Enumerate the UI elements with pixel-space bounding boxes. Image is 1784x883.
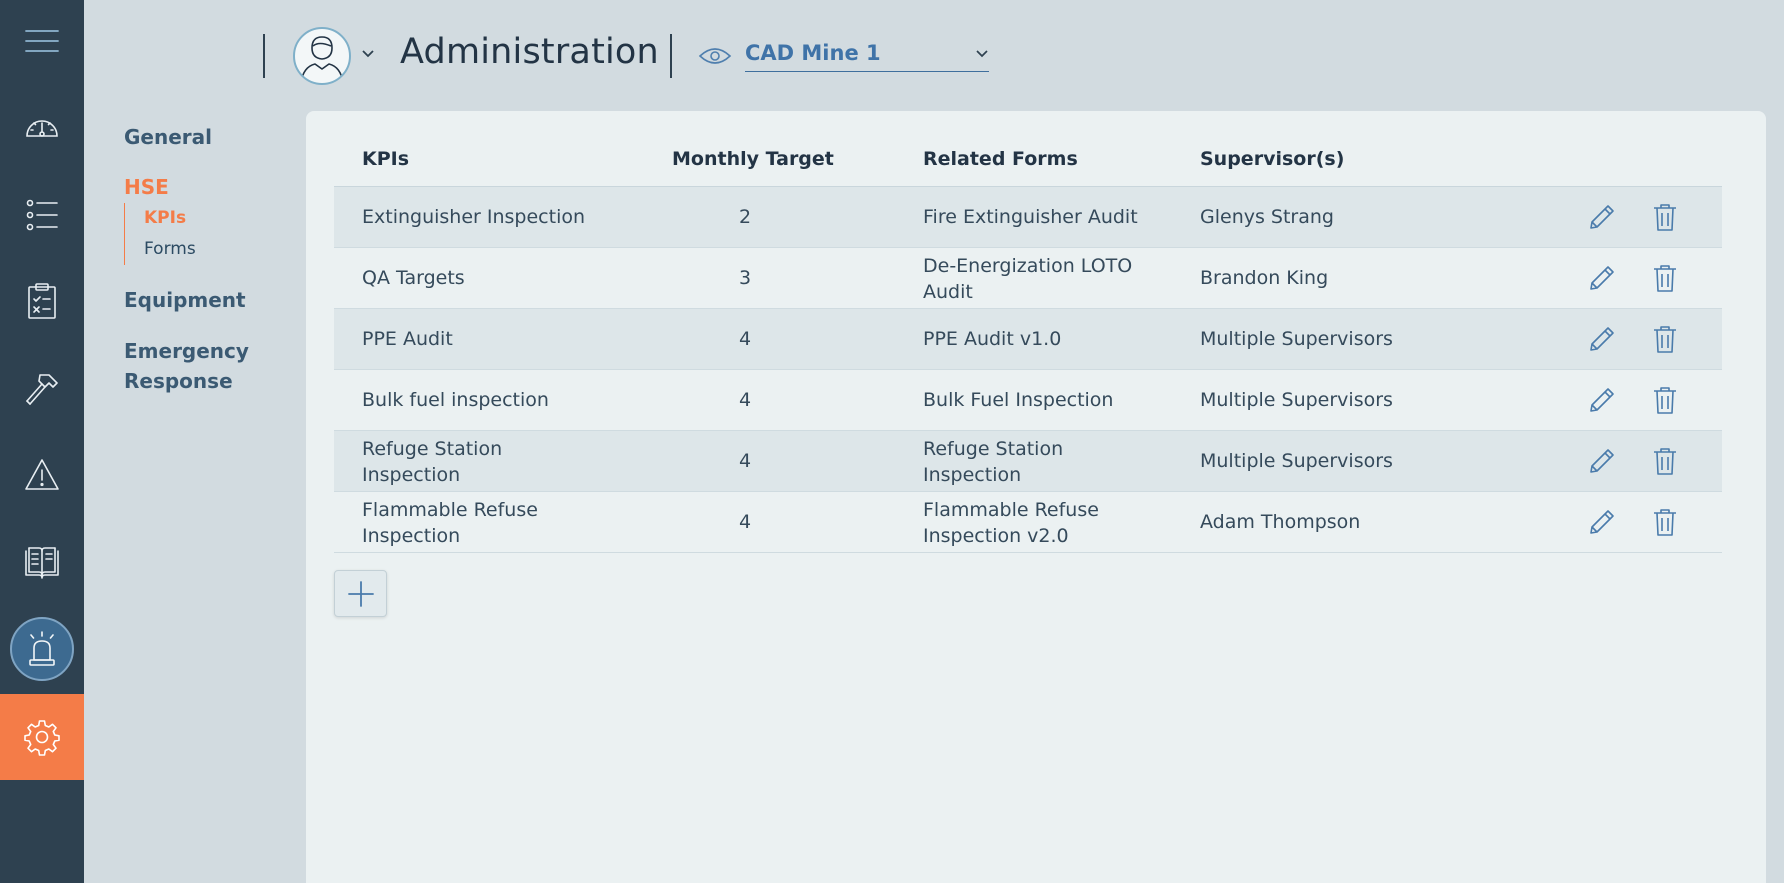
supervisor: Multiple Supervisors [1200, 450, 1393, 472]
monthly-target: 4 [738, 328, 752, 350]
dashboard-nav[interactable] [0, 86, 84, 172]
supervisor: Multiple Supervisors [1200, 328, 1393, 350]
kpi-name: Extinguisher Inspection [362, 206, 586, 228]
site-select-value: CAD Mine 1 [745, 41, 881, 65]
plus-icon [347, 580, 374, 607]
subnav-equipment[interactable]: Equipment [124, 285, 246, 315]
emergency-nav-highlight [10, 617, 74, 681]
eye-icon [698, 48, 732, 64]
kpi-card: KPIs Monthly Target Related Forms Superv… [306, 111, 1766, 883]
header-divider [263, 34, 265, 78]
hazards-nav[interactable] [0, 432, 84, 518]
monthly-target: 3 [738, 267, 752, 289]
column-header-monthly-target: Monthly Target [672, 148, 834, 170]
tools-nav[interactable] [0, 345, 84, 431]
chevron-down-icon[interactable] [360, 46, 376, 62]
alarm-icon [29, 631, 55, 666]
gear-icon [24, 720, 60, 756]
forms-nav[interactable] [0, 258, 84, 344]
hammer-icon [26, 374, 58, 405]
warning-icon [25, 459, 59, 490]
pencil-icon[interactable] [1587, 202, 1617, 232]
site-select[interactable]: CAD Mine 1 [745, 38, 989, 72]
pencil-icon[interactable] [1587, 385, 1617, 415]
settings-nav[interactable] [0, 694, 84, 780]
table-row: QA Targets 3 De-Energization LOTO Audit … [334, 248, 1722, 309]
pencil-icon[interactable] [1587, 324, 1617, 354]
kpi-table: KPIs Monthly Target Related Forms Superv… [334, 131, 1722, 553]
monthly-target: 2 [738, 206, 752, 228]
emergency-nav[interactable] [0, 606, 84, 692]
manual-icon [25, 547, 59, 579]
trash-icon[interactable] [1652, 446, 1678, 476]
page-title: Administration [400, 32, 659, 72]
monthly-target: 4 [738, 389, 752, 411]
user-icon [300, 36, 344, 83]
menu-button[interactable] [0, 0, 84, 82]
supervisor: Adam Thompson [1200, 511, 1361, 533]
subnav-general[interactable]: General [124, 122, 212, 152]
add-kpi-button[interactable] [334, 570, 387, 617]
related-form: Flammable Refuse Inspection v2.0 [923, 499, 1099, 547]
avatar[interactable] [293, 27, 351, 85]
table-header: KPIs Monthly Target Related Forms Superv… [334, 131, 1722, 187]
monthly-target: 4 [738, 511, 752, 533]
table-row: Refuge Station Inspection 4 Refuge Stati… [334, 431, 1722, 492]
related-form: De-Energization LOTO Audit [923, 255, 1133, 303]
pencil-icon[interactable] [1587, 263, 1617, 293]
header-divider [670, 34, 672, 78]
kpi-name: Bulk fuel inspection [362, 389, 549, 411]
manual-nav[interactable] [0, 519, 84, 605]
related-form: Refuge Station Inspection [923, 438, 1064, 486]
monthly-target: 4 [738, 450, 752, 472]
supervisor: Multiple Supervisors [1200, 389, 1393, 411]
left-rail [0, 0, 84, 883]
kpi-name: Flammable Refuse Inspection [362, 499, 538, 547]
table-row: Flammable Refuse Inspection 4 Flammable … [334, 492, 1722, 553]
kpi-name: QA Targets [362, 267, 465, 289]
clipboard-icon [28, 283, 56, 319]
trash-icon[interactable] [1652, 324, 1678, 354]
related-form: PPE Audit v1.0 [923, 328, 1062, 350]
kpi-name: Refuge Station Inspection [362, 438, 503, 486]
trash-icon[interactable] [1652, 263, 1678, 293]
subnav-kpis[interactable]: KPIs [144, 203, 196, 234]
table-row: Extinguisher Inspection 2 Fire Extinguis… [334, 187, 1722, 248]
pencil-icon[interactable] [1587, 446, 1617, 476]
related-form: Fire Extinguisher Audit [923, 206, 1138, 228]
table-row: Bulk fuel inspection 4 Bulk Fuel Inspect… [334, 370, 1722, 431]
menu-icon [25, 30, 59, 52]
trash-icon[interactable] [1652, 202, 1678, 232]
pencil-icon[interactable] [1587, 507, 1617, 537]
column-header-related-forms: Related Forms [923, 148, 1078, 170]
table-row: PPE Audit 4 PPE Audit v1.0 Multiple Supe… [334, 309, 1722, 370]
checklist-icon [26, 199, 58, 231]
subnav-hse[interactable]: HSE [124, 172, 169, 202]
chevron-down-icon [976, 50, 988, 58]
trash-icon[interactable] [1652, 507, 1678, 537]
kpi-name: PPE Audit [362, 328, 453, 350]
subnav-forms[interactable]: Forms [144, 234, 196, 265]
subnav-hse-items: KPIs Forms [124, 203, 196, 265]
column-header-supervisors: Supervisor(s) [1200, 148, 1345, 170]
subnav-emergency-response[interactable]: Emergency Response [124, 336, 274, 396]
supervisor: Glenys Strang [1200, 206, 1334, 228]
related-form: Bulk Fuel Inspection [923, 389, 1114, 411]
checklist-nav[interactable] [0, 172, 84, 258]
trash-icon[interactable] [1652, 385, 1678, 415]
column-header-kpis: KPIs [362, 148, 410, 170]
supervisor: Brandon King [1200, 267, 1329, 289]
dashboard-icon [26, 120, 58, 137]
